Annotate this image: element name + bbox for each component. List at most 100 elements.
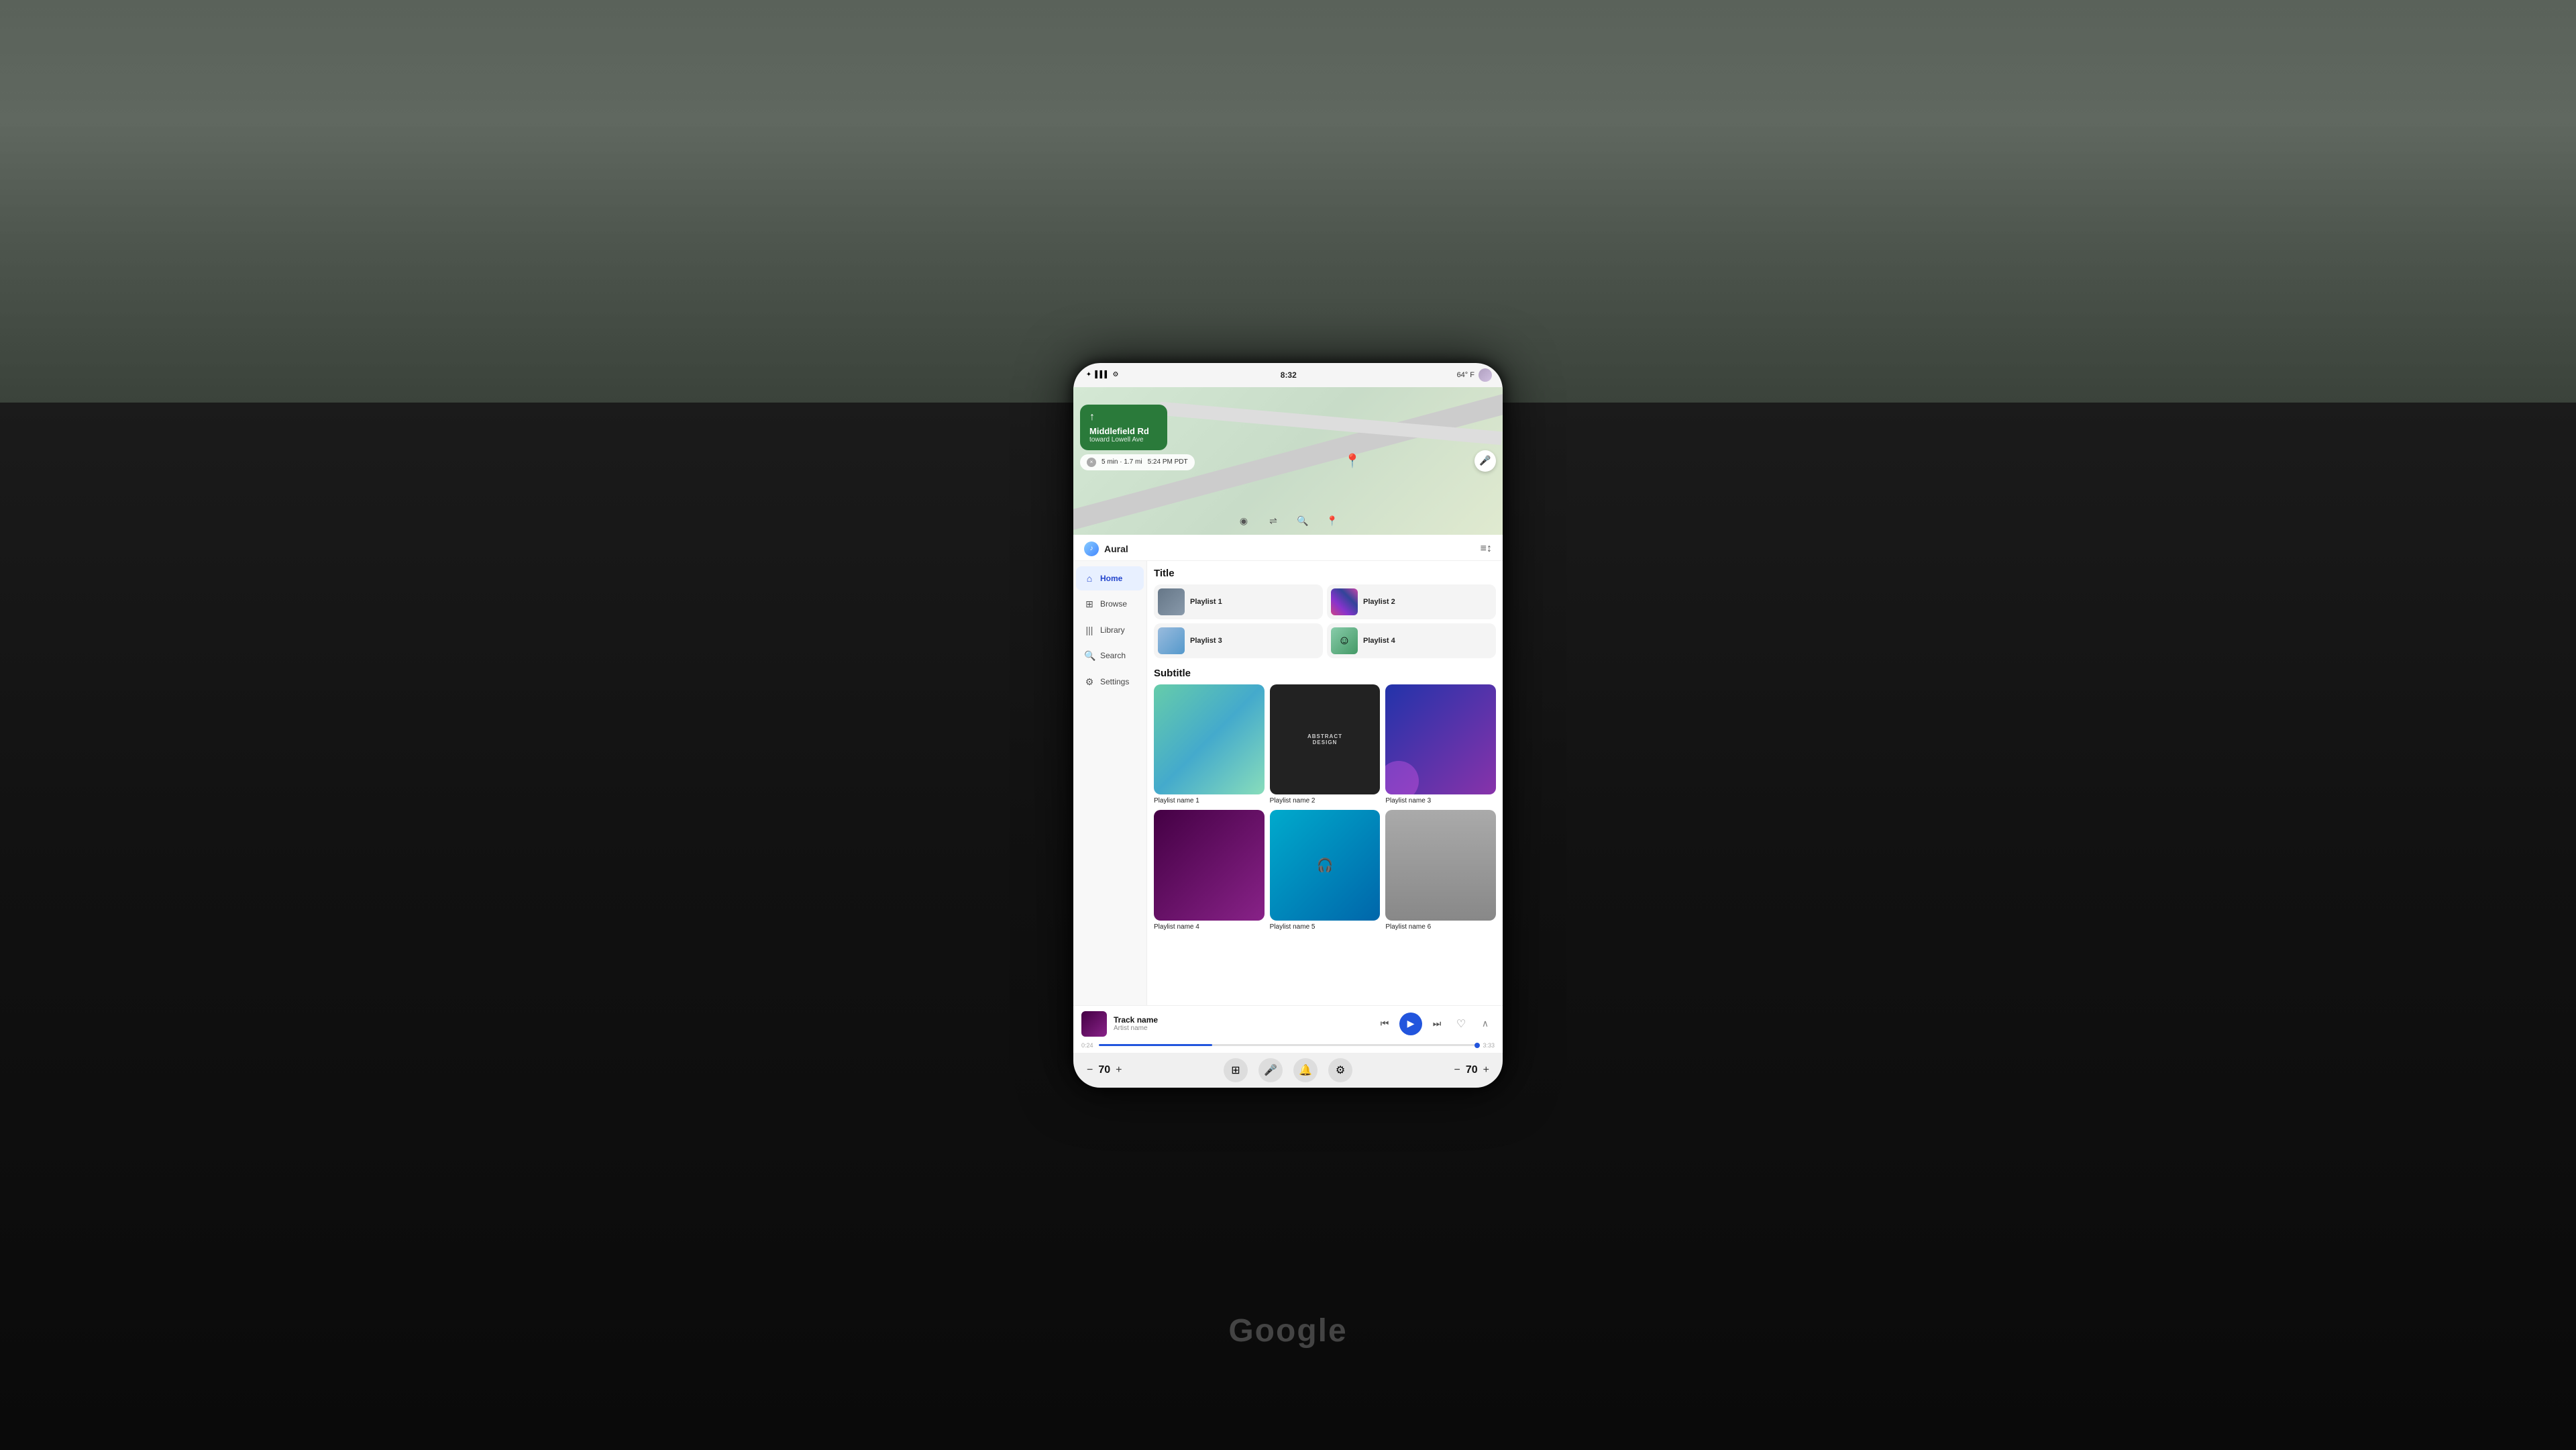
search-icon: 🔍 bbox=[1084, 650, 1095, 662]
nav-arrow-icon: ↑ bbox=[1089, 411, 1158, 423]
car-window bbox=[0, 0, 2576, 403]
play-button[interactable]: ▶ bbox=[1399, 1013, 1422, 1035]
playlist-3-title: Playlist 3 bbox=[1190, 637, 1222, 645]
playlist-name-6-title: Playlist name 6 bbox=[1385, 923, 1496, 931]
queue-icon[interactable]: ≡↕ bbox=[1481, 543, 1492, 555]
nav-street-name: Middlefield Rd bbox=[1089, 426, 1158, 436]
track-info: Track name Artist name bbox=[1114, 1015, 1368, 1032]
map-search-icon[interactable]: 🔍 bbox=[1295, 513, 1311, 529]
settings-label: Settings bbox=[1100, 677, 1129, 686]
home-label: Home bbox=[1100, 574, 1122, 583]
eta-time: 5 min · 1.7 mi bbox=[1102, 458, 1142, 466]
volume-left-plus[interactable]: + bbox=[1116, 1064, 1122, 1076]
volume-right-value: 70 bbox=[1466, 1064, 1478, 1076]
map-pin-icon[interactable]: 📍 bbox=[1324, 513, 1340, 529]
sidebar-item-search[interactable]: 🔍 Search bbox=[1076, 643, 1144, 668]
settings-button[interactable]: ⚙ bbox=[1328, 1058, 1352, 1082]
subtitle-playlist-grid: Playlist name 1 ABSTRACTDESIGN Playlist … bbox=[1154, 684, 1496, 931]
expand-button[interactable]: ∧ bbox=[1476, 1015, 1495, 1033]
playlist-name-4-thumb bbox=[1154, 810, 1265, 921]
mic-button[interactable]: 🎤 bbox=[1258, 1058, 1283, 1082]
track-thumbnail bbox=[1081, 1011, 1107, 1037]
volume-right-minus[interactable]: − bbox=[1454, 1064, 1460, 1076]
playlist-card-3[interactable]: Playlist 3 bbox=[1154, 623, 1323, 658]
sidebar-nav: ⌂ Home ⊞ Browse ||| Library 🔍 Search bbox=[1073, 561, 1147, 1005]
track-name: Track name bbox=[1114, 1015, 1368, 1025]
status-right: 64° F bbox=[1457, 368, 1492, 382]
playlist-name-3-thumb bbox=[1385, 684, 1496, 795]
progress-bar-container: 0:24 3:33 bbox=[1073, 1042, 1503, 1053]
browse-label: Browse bbox=[1100, 599, 1127, 609]
playlist-name-card-3[interactable]: Playlist name 3 bbox=[1385, 684, 1496, 805]
avatar[interactable] bbox=[1479, 368, 1492, 382]
app-section: ♪ Aural ≡↕ ⌂ Home ⊞ Browse bbox=[1073, 535, 1503, 1053]
map-controls: ◉ ⇌ 🔍 📍 bbox=[1073, 513, 1503, 529]
screen-frame: ✦ ▌▌▌ ⚙ 8:32 64° F 📍 ↑ Middlefield Rd to… bbox=[1073, 363, 1503, 1088]
skip-back-button[interactable]: ⏮ bbox=[1375, 1015, 1394, 1033]
sidebar-item-home[interactable]: ⌂ Home bbox=[1076, 566, 1144, 590]
bottom-bar: − 70 + ⊞ 🎤 🔔 ⚙ − 70 + bbox=[1073, 1053, 1503, 1088]
playlist-name-6-thumb bbox=[1385, 810, 1496, 921]
navigation-card[interactable]: ↑ Middlefield Rd toward Lowell Ave bbox=[1080, 405, 1167, 450]
playlist-name-3-title: Playlist name 3 bbox=[1385, 797, 1496, 805]
app-logo-icon: ♪ bbox=[1084, 541, 1099, 556]
playlist-name-2-title: Playlist name 2 bbox=[1270, 797, 1381, 805]
playlist-3-thumb bbox=[1158, 627, 1185, 654]
playlist-name-5-title: Playlist name 5 bbox=[1270, 923, 1381, 931]
heart-button[interactable]: ♡ bbox=[1452, 1015, 1470, 1033]
status-left: ✦ ▌▌▌ ⚙ bbox=[1084, 370, 1120, 380]
volume-right-plus[interactable]: + bbox=[1483, 1064, 1489, 1076]
now-playing-main: Track name Artist name ⏮ ▶ ⏭ ♡ ∧ bbox=[1073, 1006, 1503, 1042]
subtitle-section-heading: Subtitle bbox=[1154, 668, 1496, 679]
playlist-2-thumb bbox=[1331, 588, 1358, 615]
sidebar-item-browse[interactable]: ⊞ Browse bbox=[1076, 592, 1144, 617]
center-screen: ✦ ▌▌▌ ⚙ 8:32 64° F 📍 ↑ Middlefield Rd to… bbox=[1073, 363, 1503, 1088]
bell-button[interactable]: 🔔 bbox=[1293, 1058, 1318, 1082]
signal-icon: ▌▌▌ bbox=[1097, 370, 1107, 380]
playlist-card-2[interactable]: Playlist 2 bbox=[1327, 584, 1496, 619]
eta-bar: × 5 min · 1.7 mi 5:24 PM PDT bbox=[1080, 454, 1195, 470]
map-section[interactable]: 📍 ↑ Middlefield Rd toward Lowell Ave × 5… bbox=[1073, 387, 1503, 535]
map-mic-button[interactable]: 🎤 bbox=[1474, 450, 1496, 472]
now-playing-bar: Track name Artist name ⏮ ▶ ⏭ ♡ ∧ 0:24 bbox=[1073, 1005, 1503, 1053]
volume-left-value: 70 bbox=[1098, 1064, 1110, 1076]
map-layers-icon[interactable]: ◉ bbox=[1236, 513, 1252, 529]
progress-bar-track[interactable] bbox=[1099, 1044, 1478, 1046]
progress-current-time: 0:24 bbox=[1081, 1042, 1093, 1049]
grid-button[interactable]: ⊞ bbox=[1224, 1058, 1248, 1082]
bluetooth-icon: ✦ bbox=[1084, 370, 1093, 380]
playlist-name-5-thumb: 🎧 bbox=[1270, 810, 1381, 921]
skip-forward-button[interactable]: ⏭ bbox=[1428, 1015, 1446, 1033]
playlist-card-4[interactable]: ☺ Playlist 4 bbox=[1327, 623, 1496, 658]
eta-close-button[interactable]: × bbox=[1087, 458, 1096, 467]
map-route-icon[interactable]: ⇌ bbox=[1265, 513, 1281, 529]
eta-arrival: 5:24 PM PDT bbox=[1148, 458, 1188, 466]
volume-left-minus[interactable]: − bbox=[1087, 1064, 1093, 1076]
volume-right: − 70 + bbox=[1454, 1064, 1489, 1076]
sidebar-item-settings[interactable]: ⚙ Settings bbox=[1076, 670, 1144, 694]
status-time: 8:32 bbox=[1281, 370, 1297, 380]
nav-toward-label: toward Lowell Ave bbox=[1089, 436, 1158, 444]
playlist-1-thumb bbox=[1158, 588, 1185, 615]
playlist-name-card-6[interactable]: Playlist name 6 bbox=[1385, 810, 1496, 931]
playlist-4-title: Playlist 4 bbox=[1363, 637, 1395, 645]
settings-icon: ⚙ bbox=[1084, 676, 1095, 688]
app-logo-area: ♪ Aural bbox=[1084, 541, 1128, 556]
playlist-4-thumb: ☺ bbox=[1331, 627, 1358, 654]
map-location-pin: 📍 bbox=[1344, 452, 1361, 469]
playlist-2-title: Playlist 2 bbox=[1363, 598, 1395, 606]
playlist-name-card-1[interactable]: Playlist name 1 bbox=[1154, 684, 1265, 805]
app-logo-text: Aural bbox=[1104, 543, 1128, 554]
playlist-name-card-5[interactable]: 🎧 Playlist name 5 bbox=[1270, 810, 1381, 931]
app-header: ♪ Aural ≡↕ bbox=[1073, 535, 1503, 561]
player-controls: ⏮ ▶ ⏭ ♡ ∧ bbox=[1375, 1013, 1495, 1035]
playlist-card-1[interactable]: Playlist 1 bbox=[1154, 584, 1323, 619]
sidebar-item-library[interactable]: ||| Library bbox=[1076, 618, 1144, 642]
settings-status-icon: ⚙ bbox=[1111, 370, 1120, 380]
progress-bar-fill bbox=[1099, 1044, 1212, 1046]
playlist-name-4-title: Playlist name 4 bbox=[1154, 923, 1265, 931]
playlist-name-card-2[interactable]: ABSTRACTDESIGN Playlist name 2 bbox=[1270, 684, 1381, 805]
library-label: Library bbox=[1100, 625, 1125, 635]
google-logo: Google bbox=[1228, 1312, 1347, 1349]
playlist-name-card-4[interactable]: Playlist name 4 bbox=[1154, 810, 1265, 931]
